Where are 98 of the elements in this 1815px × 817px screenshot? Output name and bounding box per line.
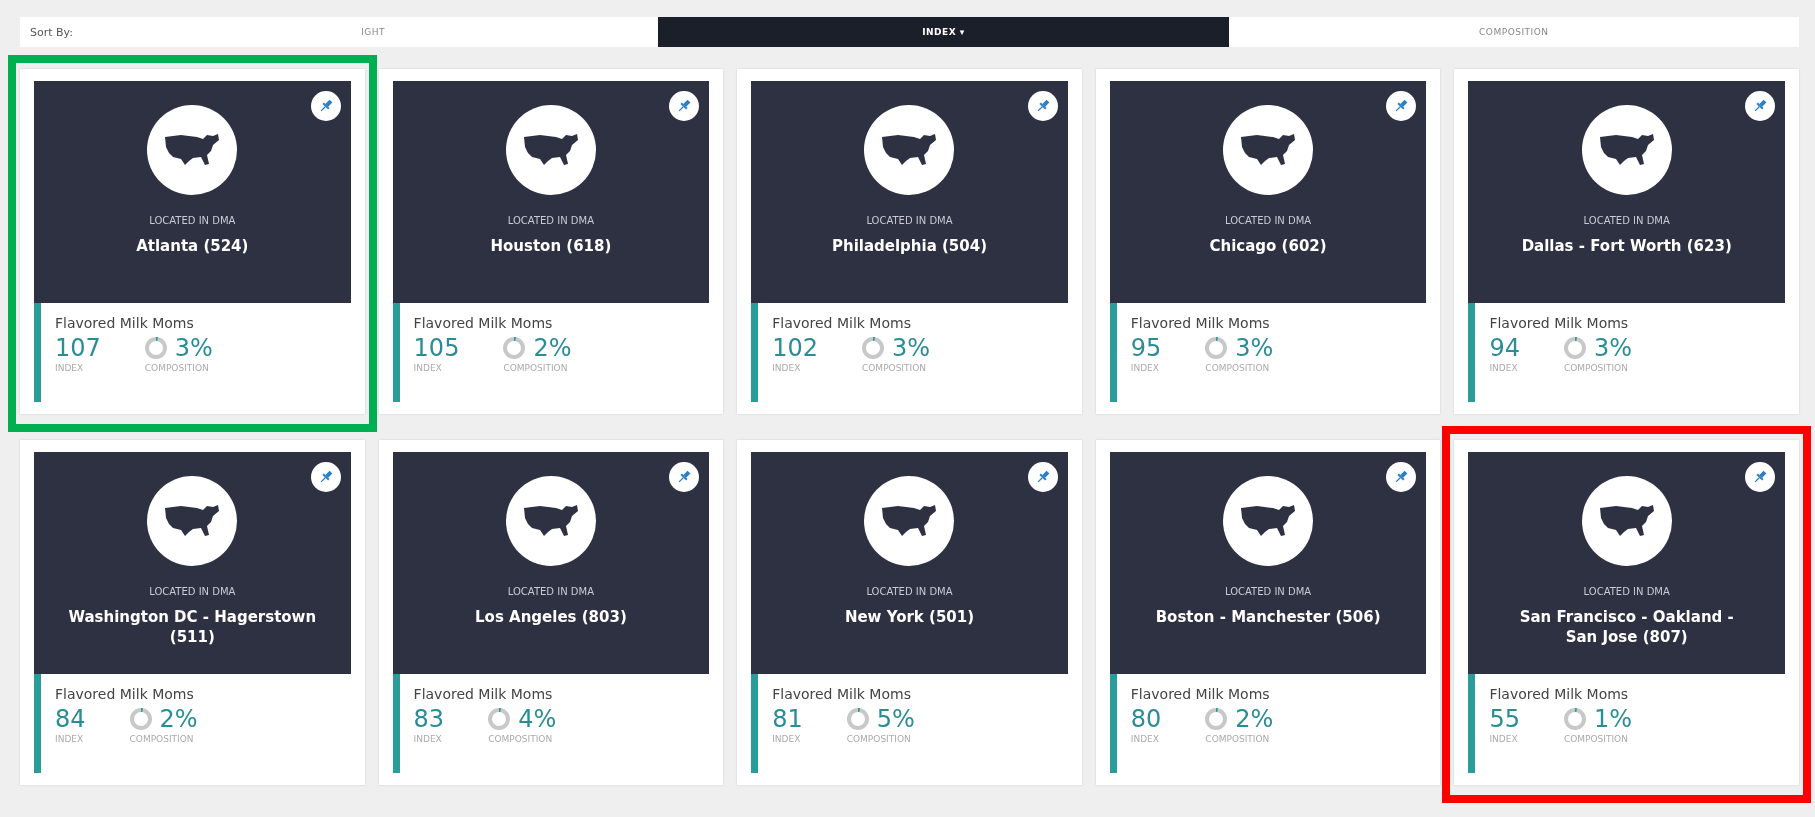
index-label: INDEX [413, 363, 443, 374]
composition-value: 3% [892, 335, 931, 362]
sort-label: Sort By: [29, 25, 74, 39]
index-label: INDEX [1130, 734, 1160, 745]
segment-name: Flavored Milk Moms [1489, 315, 1630, 331]
segment-name: Flavored Milk Moms [55, 315, 195, 331]
composition-value: 3% [1235, 335, 1274, 362]
pin-button[interactable] [1027, 462, 1058, 492]
index-label: INDEX [1489, 734, 1519, 745]
index-label: INDEX [772, 363, 802, 374]
dma-caption: LOCATED IN DMA [149, 215, 236, 226]
pin-button[interactable] [1386, 462, 1417, 492]
dma-name: Atlanta (524) [135, 236, 250, 257]
dma-name: Dallas - Fort Worth (623) [1520, 236, 1733, 257]
index-value: 84 [55, 706, 86, 733]
composition-value: 2% [533, 335, 572, 362]
composition-value: 2% [1235, 706, 1274, 733]
index-label: INDEX [413, 734, 443, 745]
pin-button[interactable] [1745, 91, 1775, 121]
pin-icon [1752, 98, 1768, 114]
donut-icon [1205, 337, 1228, 360]
index-value: 95 [1130, 335, 1162, 362]
dma-caption: LOCATED IN DMA [1225, 215, 1312, 226]
index-value: 94 [1489, 335, 1520, 362]
dma-name: Chicago (602) [1208, 236, 1328, 257]
donut-icon [1563, 337, 1586, 360]
donut-icon [862, 337, 884, 360]
segment-name: Flavored Milk Moms [55, 686, 195, 702]
segment-name: Flavored Milk Moms [1130, 315, 1271, 331]
dma-caption: LOCATED IN DMA [866, 586, 953, 597]
index-label: INDEX [55, 734, 85, 745]
dma-name: Boston - Manchester (506) [1154, 607, 1382, 628]
index-label: INDEX [1130, 363, 1160, 374]
pin-button[interactable] [1745, 462, 1775, 492]
composition-value: 2% [159, 706, 198, 733]
dma-name: New York (501) [843, 607, 976, 628]
pin-icon [1752, 469, 1768, 485]
pin-button[interactable] [310, 91, 341, 121]
pin-icon [1393, 98, 1410, 114]
pin-button[interactable] [669, 91, 700, 121]
dma-name: Houston (618) [489, 236, 613, 257]
index-value: 102 [772, 335, 818, 362]
pin-icon [676, 469, 693, 485]
composition-value: 4% [518, 706, 557, 733]
segment-name: Flavored Milk Moms [413, 315, 554, 331]
index-value: 83 [413, 706, 445, 733]
index-value: 80 [1130, 706, 1162, 733]
index-label: INDEX [772, 734, 802, 745]
composition-label: COMPOSITION [846, 734, 912, 745]
index-value: 105 [413, 335, 460, 362]
index-value: 81 [772, 706, 803, 733]
donut-icon [846, 708, 869, 731]
pin-button[interactable] [310, 462, 341, 492]
dma-caption: LOCATED IN DMA [1583, 586, 1670, 597]
composition-label: COMPOSITION [862, 363, 927, 374]
donut-icon [503, 337, 526, 360]
composition-label: COMPOSITION [129, 734, 195, 745]
pin-button[interactable] [669, 462, 700, 492]
dma-caption: LOCATED IN DMA [507, 586, 594, 597]
dma-name: Philadelphia (504) [830, 236, 988, 257]
donut-icon [1563, 708, 1586, 731]
donut-icon [488, 708, 511, 731]
composition-label: COMPOSITION [1205, 734, 1271, 745]
pin-button[interactable] [1386, 91, 1417, 121]
segment-name: Flavored Milk Moms [772, 686, 912, 702]
index-label: INDEX [1489, 363, 1519, 374]
pin-icon [676, 98, 693, 114]
donut-icon [129, 708, 152, 731]
dma-caption: LOCATED IN DMA [507, 215, 594, 226]
dma-name: Washington DC - Hagerstown (511) [67, 607, 318, 648]
segment-name: Flavored Milk Moms [772, 315, 912, 331]
dma-caption: LOCATED IN DMA [1583, 215, 1670, 226]
composition-label: COMPOSITION [1205, 363, 1271, 374]
composition-label: COMPOSITION [1563, 363, 1629, 374]
composition-label: COMPOSITION [1563, 734, 1629, 745]
composition-label: COMPOSITION [503, 363, 569, 374]
composition-value: 3% [174, 335, 213, 362]
pin-icon [1393, 469, 1410, 485]
composition-value: 5% [876, 706, 915, 733]
dma-caption: LOCATED IN DMA [866, 215, 953, 226]
donut-icon [144, 337, 167, 360]
pin-button[interactable] [1027, 91, 1058, 121]
dma-name: San Francisco - Oakland - San Jose (807) [1518, 607, 1735, 648]
dma-name: Los Angeles (803) [474, 607, 628, 628]
index-value: 107 [55, 335, 101, 362]
donut-icon [1205, 708, 1228, 731]
segment-name: Flavored Milk Moms [1130, 686, 1271, 702]
dma-caption: LOCATED IN DMA [149, 586, 236, 597]
index-value: 55 [1489, 706, 1520, 733]
composition-label: COMPOSITION [488, 734, 554, 745]
segment-name: Flavored Milk Moms [413, 686, 554, 702]
sort-tab[interactable]: INDEX ▾ [658, 17, 1229, 47]
index-label: INDEX [55, 363, 85, 374]
segment-name: Flavored Milk Moms [1489, 686, 1630, 702]
composition-label: COMPOSITION [144, 363, 210, 374]
dma-caption: LOCATED IN DMA [1225, 586, 1312, 597]
composition-value: 3% [1593, 335, 1632, 362]
composition-value: 1% [1593, 706, 1632, 733]
